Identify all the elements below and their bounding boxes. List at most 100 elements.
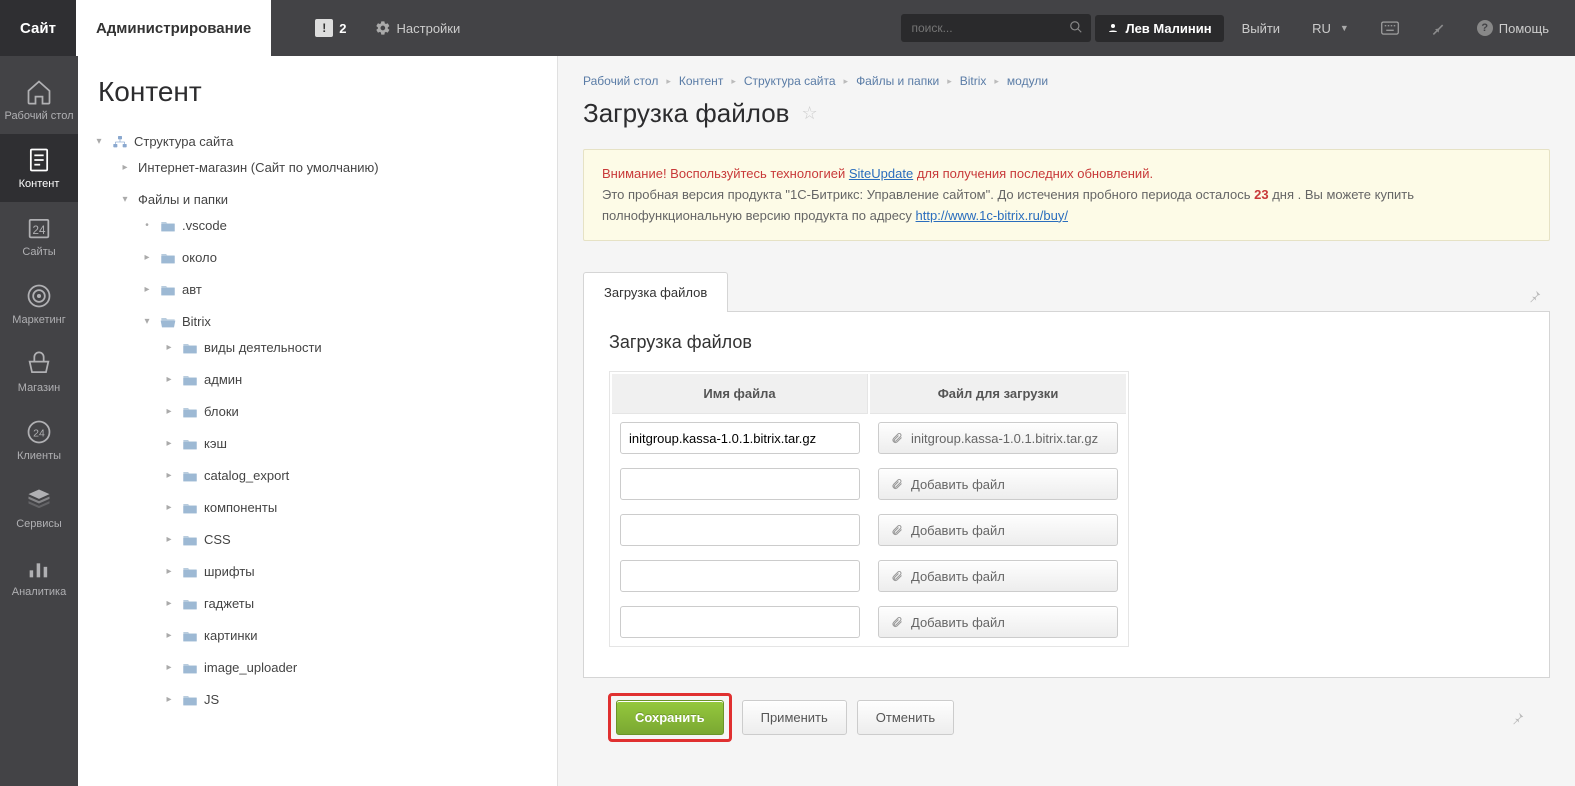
crumb-link[interactable]: Рабочий стол xyxy=(583,74,658,88)
tree-item[interactable]: ▸блоки xyxy=(78,402,557,422)
file-btn-label: Добавить файл xyxy=(911,477,1005,492)
add-file-button[interactable]: Добавить файл xyxy=(878,560,1118,592)
tree-item[interactable]: ▸авт xyxy=(78,280,557,300)
add-file-button[interactable]: Добавить файл xyxy=(878,514,1118,546)
cancel-button[interactable]: Отменить xyxy=(857,700,954,735)
col-uploadfile: Файл для загрузки xyxy=(870,374,1126,414)
add-file-button[interactable]: Добавить файл xyxy=(878,606,1118,638)
folder-icon xyxy=(160,283,176,297)
tree-item[interactable]: ▸компоненты xyxy=(78,498,557,518)
save-button[interactable]: Сохранить xyxy=(616,700,724,735)
tree-item[interactable]: ▸JS xyxy=(78,690,557,710)
lang-button[interactable]: RU ▼ xyxy=(1298,21,1363,36)
siteupdate-link[interactable]: SiteUpdate xyxy=(849,166,913,181)
logout-button[interactable]: Выйти xyxy=(1228,21,1295,36)
nav-analytics[interactable]: Аналитика xyxy=(0,542,78,610)
tree-item-shop[interactable]: ▸ Интернет-магазин (Сайт по умолчанию) xyxy=(78,158,557,178)
chevron-right-icon: ▸ xyxy=(162,658,176,678)
chevron-right-icon: ▸ xyxy=(162,626,176,646)
tree-files[interactable]: ▾ Файлы и папки xyxy=(78,190,557,210)
crumb-link[interactable]: Контент xyxy=(679,74,723,88)
tree-label: .vscode xyxy=(182,216,227,236)
add-file-button[interactable]: Добавить файл xyxy=(878,468,1118,500)
action-bar: Сохранить Применить Отменить xyxy=(583,678,1550,757)
folder-icon xyxy=(182,469,198,483)
buy-link[interactable]: http://www.1c-bitrix.ru/buy/ xyxy=(916,208,1068,223)
tree-label: catalog_export xyxy=(204,466,289,486)
search-input[interactable] xyxy=(901,14,1091,42)
table-row: Добавить файл xyxy=(612,600,1126,644)
crumb-link[interactable]: Bitrix xyxy=(960,74,987,88)
tree-item[interactable]: ▾Bitrix xyxy=(78,312,557,332)
tree-label: шрифты xyxy=(204,562,255,582)
nav-content[interactable]: Контент xyxy=(0,134,78,202)
nav-desktop[interactable]: Рабочий стол xyxy=(0,66,78,134)
filename-input[interactable] xyxy=(620,468,860,500)
user-button[interactable]: Лев Малинин xyxy=(1095,15,1223,42)
filename-input[interactable] xyxy=(620,606,860,638)
tree-item[interactable]: ▸картинки xyxy=(78,626,557,646)
tree-item[interactable]: ▸ image_uploader xyxy=(78,658,557,678)
chevron-right-icon: ▸ xyxy=(162,562,176,582)
add-file-button[interactable]: initgroup.kassa-1.0.1.bitrix.tar.gz xyxy=(878,422,1118,454)
tree-item[interactable]: ▸виды деятельности xyxy=(78,338,557,358)
nav-clients[interactable]: 24 Клиенты xyxy=(0,406,78,474)
tree-item[interactable]: ▸кэш xyxy=(78,434,557,454)
paperclip-icon xyxy=(891,477,903,491)
filename-input[interactable] xyxy=(620,560,860,592)
chevron-right-icon: ▸ xyxy=(947,76,952,87)
tree-item[interactable]: ▸около xyxy=(78,248,557,268)
tree-item[interactable]: ▸ шрифты xyxy=(78,562,557,582)
apply-button[interactable]: Применить xyxy=(742,700,847,735)
tree-label: блоки xyxy=(204,402,239,422)
settings-button[interactable]: Настройки xyxy=(361,0,475,56)
nav-marketing[interactable]: Маркетинг xyxy=(0,270,78,338)
paperclip-icon xyxy=(891,431,903,445)
nav-services[interactable]: Сервисы xyxy=(0,474,78,542)
pin-icon[interactable] xyxy=(1511,711,1525,725)
svg-text:24: 24 xyxy=(33,428,45,440)
folder-icon xyxy=(182,437,198,451)
file-btn-label: Добавить файл xyxy=(911,615,1005,630)
folder-icon xyxy=(182,373,198,387)
crumb-link[interactable]: модули xyxy=(1007,74,1048,88)
document-icon xyxy=(25,146,53,174)
tab-upload[interactable]: Загрузка файлов xyxy=(583,272,728,312)
crumb-link[interactable]: Структура сайта xyxy=(744,74,836,88)
tree-item[interactable]: ▸админ xyxy=(78,370,557,390)
col-filename: Имя файла xyxy=(612,374,868,414)
table-row: Добавить файл xyxy=(612,508,1126,552)
pin-button[interactable] xyxy=(1417,21,1459,35)
tree-item[interactable]: •.vscode xyxy=(78,216,557,236)
chevron-right-icon: ▸ xyxy=(162,370,176,390)
help-button[interactable]: ? Помощь xyxy=(1463,20,1563,36)
keyboard-button[interactable] xyxy=(1367,21,1413,35)
tab-strip: Загрузка файлов xyxy=(583,271,1550,312)
tree-root[interactable]: ▾ Структура сайта xyxy=(78,132,557,152)
chevron-down-icon: ▾ xyxy=(118,190,132,210)
tree-label: Bitrix xyxy=(182,312,211,332)
nav-sites[interactable]: 24 Сайты xyxy=(0,202,78,270)
folder-icon xyxy=(182,693,198,707)
layers-icon xyxy=(25,486,53,514)
filename-input[interactable] xyxy=(620,422,860,454)
notifications-button[interactable]: ! 2 xyxy=(301,0,360,56)
filename-input[interactable] xyxy=(620,514,860,546)
tree-label: image_uploader xyxy=(204,658,297,678)
tab-site[interactable]: Сайт xyxy=(0,0,76,56)
tree-item[interactable]: ▸CSS xyxy=(78,530,557,550)
chevron-right-icon: ▸ xyxy=(118,158,132,178)
page-title: Загрузка файлов ☆ xyxy=(583,98,1550,129)
paperclip-icon xyxy=(891,523,903,537)
star-icon[interactable]: ☆ xyxy=(801,103,817,124)
nav-shop[interactable]: Магазин xyxy=(0,338,78,406)
tree-item[interactable]: ▸гаджеты xyxy=(78,594,557,614)
pin-icon[interactable] xyxy=(1520,281,1550,311)
folder-icon xyxy=(182,341,198,355)
search-icon[interactable] xyxy=(1069,20,1083,34)
tree-item[interactable]: ▸catalog_export xyxy=(78,466,557,486)
tab-admin[interactable]: Администрирование xyxy=(76,0,271,56)
chevron-right-icon: ▸ xyxy=(162,498,176,518)
table-row: Добавить файл xyxy=(612,462,1126,506)
crumb-link[interactable]: Файлы и папки xyxy=(856,74,939,88)
